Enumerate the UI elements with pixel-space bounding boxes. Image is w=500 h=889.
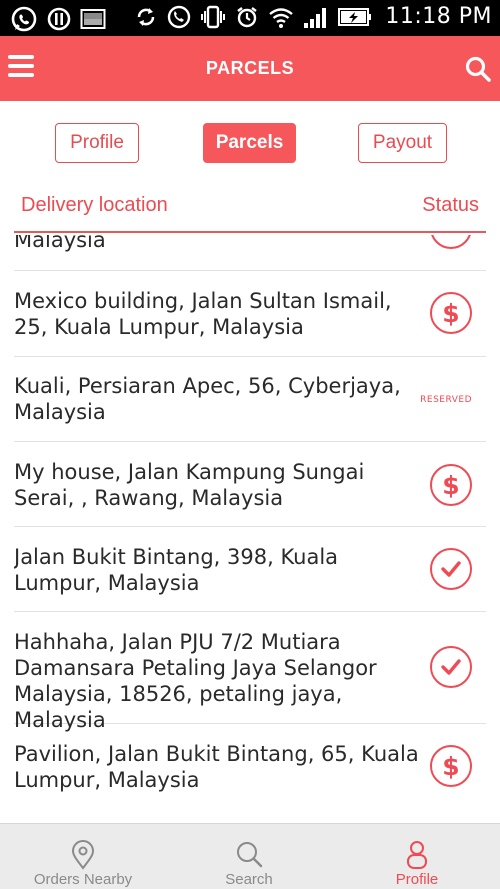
whatsapp-icon bbox=[11, 6, 37, 32]
list-item[interactable]: Jalan Bukit Bintang, 398, Kuala Lumpur, … bbox=[14, 527, 486, 612]
search-icon bbox=[237, 842, 263, 868]
check-icon[interactable] bbox=[430, 548, 472, 590]
dollar-icon[interactable]: $ bbox=[430, 292, 472, 334]
dollar-icon[interactable]: $ bbox=[430, 745, 472, 787]
wifi-icon bbox=[269, 7, 294, 28]
status-indicator-partial[interactable] bbox=[430, 235, 472, 249]
nav-label: Profile bbox=[395, 871, 439, 888]
nav-search[interactable]: Search bbox=[166, 824, 332, 889]
delivery-address: Pavilion, Jalan Bukit Bintang, 65, Kuala… bbox=[14, 742, 419, 792]
status-header: Status bbox=[422, 194, 479, 216]
signal-icon bbox=[304, 7, 327, 28]
nav-label: Orders Nearby bbox=[33, 871, 133, 888]
list-item[interactable]: Mexico building, Jalan Sultan Ismail, 25… bbox=[14, 271, 486, 357]
battery-charging-icon bbox=[338, 7, 372, 26]
vibrate-icon bbox=[201, 5, 226, 28]
parcel-list[interactable]: Malaysia Mexico building, Jalan Sultan I… bbox=[14, 235, 486, 823]
notification-icons bbox=[10, 5, 106, 33]
alarm-icon bbox=[237, 6, 258, 27]
check-icon[interactable] bbox=[430, 646, 472, 688]
delivery-address: Malaysia bbox=[14, 235, 106, 252]
system-icons: 11:18 PM bbox=[134, 4, 492, 29]
nav-label: Search bbox=[225, 871, 273, 888]
pause-circle-icon bbox=[47, 7, 71, 31]
dollar-icon[interactable]: $ bbox=[430, 464, 472, 506]
app-bar: PARCELS bbox=[0, 36, 500, 101]
tab-profile[interactable]: Profile bbox=[55, 123, 139, 163]
nav-orders-nearby[interactable]: Orders Nearby bbox=[0, 824, 166, 889]
status-bar: 11:18 PM bbox=[0, 0, 500, 36]
image-icon bbox=[80, 9, 106, 29]
search-icon[interactable] bbox=[464, 55, 492, 83]
call-forward-icon bbox=[168, 5, 191, 28]
reserved-status: RESERVED bbox=[420, 395, 472, 405]
sync-icon bbox=[138, 7, 155, 26]
delivery-address: Jalan Bukit Bintang, 398, Kuala Lumpur, … bbox=[14, 545, 339, 595]
delivery-location-header: Delivery location bbox=[21, 194, 168, 216]
person-icon bbox=[407, 841, 427, 869]
clock: 11:18 PM bbox=[385, 4, 492, 29]
delivery-address: Kuali, Persiaran Apec, 56, Cyberjaya, Ma… bbox=[14, 374, 401, 424]
list-item[interactable]: Kuali, Persiaran Apec, 56, Cyberjaya, Ma… bbox=[14, 357, 486, 442]
segmented-tabs: Profile Parcels Payout bbox=[0, 101, 500, 187]
tab-payout[interactable]: Payout bbox=[358, 123, 447, 163]
nav-profile[interactable]: Profile bbox=[334, 824, 500, 889]
delivery-address: Hahhaha, Jalan PJU 7/2 Mutiara Damansara… bbox=[14, 630, 377, 732]
location-pin-icon bbox=[71, 840, 95, 870]
tab-parcels[interactable]: Parcels bbox=[203, 123, 296, 163]
list-item[interactable]: My house, Jalan Kampung Sungai Serai, , … bbox=[14, 442, 486, 527]
delivery-address: Mexico building, Jalan Sultan Ismail, 25… bbox=[14, 289, 392, 339]
page-title: PARCELS bbox=[205, 58, 295, 78]
list-item[interactable]: Malaysia bbox=[14, 235, 486, 271]
list-item[interactable]: Hahhaha, Jalan PJU 7/2 Mutiara Damansara… bbox=[14, 612, 486, 732]
bottom-navigation: Orders Nearby Search Profile bbox=[0, 823, 500, 889]
column-header: Delivery location Status bbox=[14, 187, 486, 233]
delivery-address: My house, Jalan Kampung Sungai Serai, , … bbox=[14, 460, 365, 510]
list-item[interactable]: Pavilion, Jalan Bukit Bintang, 65, Kuala… bbox=[14, 724, 486, 809]
